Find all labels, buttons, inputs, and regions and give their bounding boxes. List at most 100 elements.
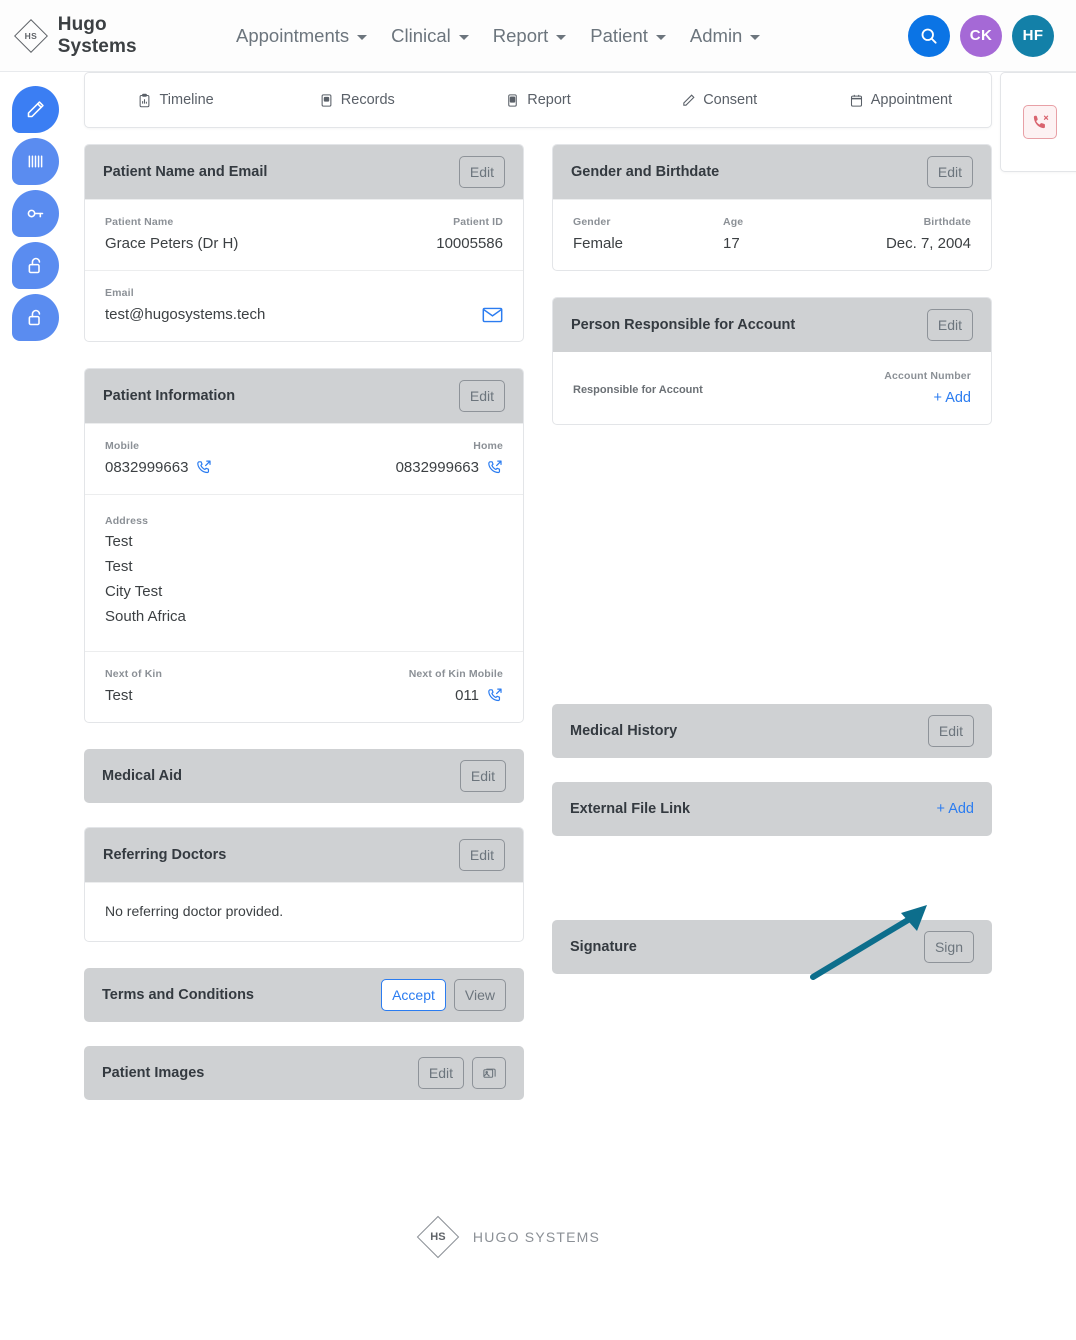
card-person-responsible: Person Responsible for Account Edit Resp… xyxy=(552,297,992,425)
field-next-of-kin-mobile: Next of Kin Mobile 011 xyxy=(409,668,503,704)
person-responsible-add-button[interactable]: + Add xyxy=(934,390,972,406)
referring-doctors-body: No referring doctor provided. xyxy=(85,882,523,941)
menu-appointments[interactable]: Appointments xyxy=(224,19,379,53)
missed-call-button[interactable] xyxy=(1023,105,1057,139)
card-header: Gender and Birthdate Edit xyxy=(553,145,991,199)
card-medical-history: Medical History Edit xyxy=(552,704,992,758)
send-email-button[interactable] xyxy=(482,307,503,323)
key-icon xyxy=(27,209,44,218)
card-header: Person Responsible for Account Edit xyxy=(553,298,991,352)
tab-records[interactable]: Records xyxy=(266,92,447,108)
card-title: Patient Name and Email xyxy=(103,164,268,180)
medical-history-edit-button[interactable]: Edit xyxy=(927,715,974,747)
address-row: Address Test Test City Test South Africa xyxy=(85,494,523,651)
medical-aid-edit-button[interactable]: Edit xyxy=(459,760,506,792)
patient-name-email-edit-button[interactable]: Edit xyxy=(458,156,505,188)
top-navbar: HS Hugo Systems Appointments Clinical Re… xyxy=(0,0,1076,72)
search-button[interactable] xyxy=(908,14,950,57)
address-line: Test xyxy=(105,558,133,575)
account-number-label: Account Number xyxy=(884,370,971,382)
main-menu: Appointments Clinical Report Patient Adm… xyxy=(224,19,772,53)
barcode-icon xyxy=(28,155,43,168)
brand-diamond-icon: HS xyxy=(13,18,48,53)
tab-consent[interactable]: Consent xyxy=(629,92,810,108)
person-responsible-body: Responsible for Account Account Number +… xyxy=(553,352,991,424)
card-header: Medical Aid Edit xyxy=(84,749,524,803)
gender-birthdate-edit-button[interactable]: Edit xyxy=(926,156,973,188)
terms-accept-button[interactable]: Accept xyxy=(381,979,446,1011)
birthdate-label: Birthdate xyxy=(923,216,971,228)
rail-button-edit[interactable] xyxy=(12,86,59,133)
card-header: Medical History Edit xyxy=(552,704,992,758)
terms-actions: Accept View xyxy=(381,979,506,1011)
tab-timeline[interactable]: Timeline xyxy=(85,92,266,108)
address-label: Address xyxy=(105,515,149,527)
patient-id-label: Patient ID xyxy=(453,216,503,228)
mobile-label: Mobile xyxy=(105,440,140,452)
home-value: 0832999663 xyxy=(395,459,479,476)
phone-outgoing-icon xyxy=(197,460,212,474)
menu-clinical-label: Clinical xyxy=(391,24,451,46)
tab-report[interactable]: Report xyxy=(447,92,628,108)
call-next-of-kin-button[interactable] xyxy=(486,687,503,704)
mobile-value: 0832999663 xyxy=(105,459,189,476)
next-of-kin-mobile-value: 011 xyxy=(455,687,479,704)
address-line: Test xyxy=(105,533,133,550)
next-of-kin-mobile-label: Next of Kin Mobile xyxy=(408,668,503,680)
terms-view-button[interactable]: View xyxy=(453,979,506,1011)
card-medical-aid: Medical Aid Edit xyxy=(84,749,524,803)
referring-doctors-edit-button[interactable]: Edit xyxy=(458,839,505,871)
chevron-down-icon xyxy=(357,34,368,40)
clipboard-chart-icon xyxy=(137,93,152,108)
card-referring-doctors: Referring Doctors Edit No referring doct… xyxy=(84,827,524,942)
main-content: Timeline Records Report Consent Appointm… xyxy=(0,72,1076,1100)
age-label: Age xyxy=(723,216,744,228)
patient-images-edit-button[interactable]: Edit xyxy=(417,1057,464,1089)
navbar-actions: CK HF xyxy=(908,14,1054,57)
avatar-ck[interactable]: CK xyxy=(960,14,1002,57)
menu-appointments-label: Appointments xyxy=(236,24,350,46)
patient-name-value: Grace Peters (Dr H) xyxy=(105,235,239,252)
field-next-of-kin: Next of Kin Test xyxy=(105,668,162,704)
brand-mark-text: HS xyxy=(24,30,38,41)
card-external-file-link: External File Link + Add xyxy=(552,782,992,836)
tab-timeline-label: Timeline xyxy=(159,92,214,108)
photos-icon xyxy=(482,1068,496,1078)
account-number-block: Account Number + Add xyxy=(884,370,971,406)
patient-images-gallery-button[interactable] xyxy=(472,1057,506,1089)
card-terms-conditions: Terms and Conditions Accept View xyxy=(84,968,524,1022)
brand-logo[interactable]: HS Hugo Systems xyxy=(13,14,190,58)
home-label: Home xyxy=(473,440,503,452)
email-label: Email xyxy=(105,287,134,299)
chevron-down-icon xyxy=(556,34,567,40)
call-mobile-button[interactable] xyxy=(195,459,212,476)
patient-information-edit-button[interactable]: Edit xyxy=(458,380,505,412)
rail-button-unlock-2[interactable] xyxy=(12,294,59,341)
gender-value: Female xyxy=(573,235,624,252)
report-icon xyxy=(505,93,520,108)
email-value: test@hugosystems.tech xyxy=(105,306,266,323)
menu-admin[interactable]: Admin xyxy=(678,19,772,53)
menu-clinical[interactable]: Clinical xyxy=(379,19,481,53)
tab-records-label: Records xyxy=(340,92,395,108)
avatar-hf[interactable]: HF xyxy=(1012,14,1054,57)
field-email: Email test@hugosystems.tech xyxy=(105,287,265,323)
card-patient-information: Patient Information Edit Mobile 08329996… xyxy=(84,368,524,723)
field-mobile: Mobile 0832999663 xyxy=(105,440,212,476)
external-file-link-add-button[interactable]: + Add xyxy=(937,801,975,817)
person-responsible-edit-button[interactable]: Edit xyxy=(926,309,973,341)
menu-report[interactable]: Report xyxy=(481,19,579,53)
next-of-kin-row: Next of Kin Test Next of Kin Mobile 011 xyxy=(85,651,523,722)
rail-button-key[interactable] xyxy=(12,190,59,237)
tab-appointment[interactable]: Appointment xyxy=(810,92,991,108)
rail-button-barcode[interactable] xyxy=(12,138,59,185)
menu-admin-label: Admin xyxy=(689,24,743,46)
card-patient-name-email: Patient Name and Email Edit Patient Name… xyxy=(84,144,524,342)
document-icon xyxy=(319,93,334,108)
card-header: Patient Information Edit xyxy=(85,369,523,423)
referring-doctors-empty-text: No referring doctor provided. xyxy=(105,903,284,919)
address-line: South Africa xyxy=(105,608,186,625)
rail-button-unlock-1[interactable] xyxy=(12,242,59,289)
call-home-button[interactable] xyxy=(486,459,503,476)
menu-patient[interactable]: Patient xyxy=(578,19,678,53)
